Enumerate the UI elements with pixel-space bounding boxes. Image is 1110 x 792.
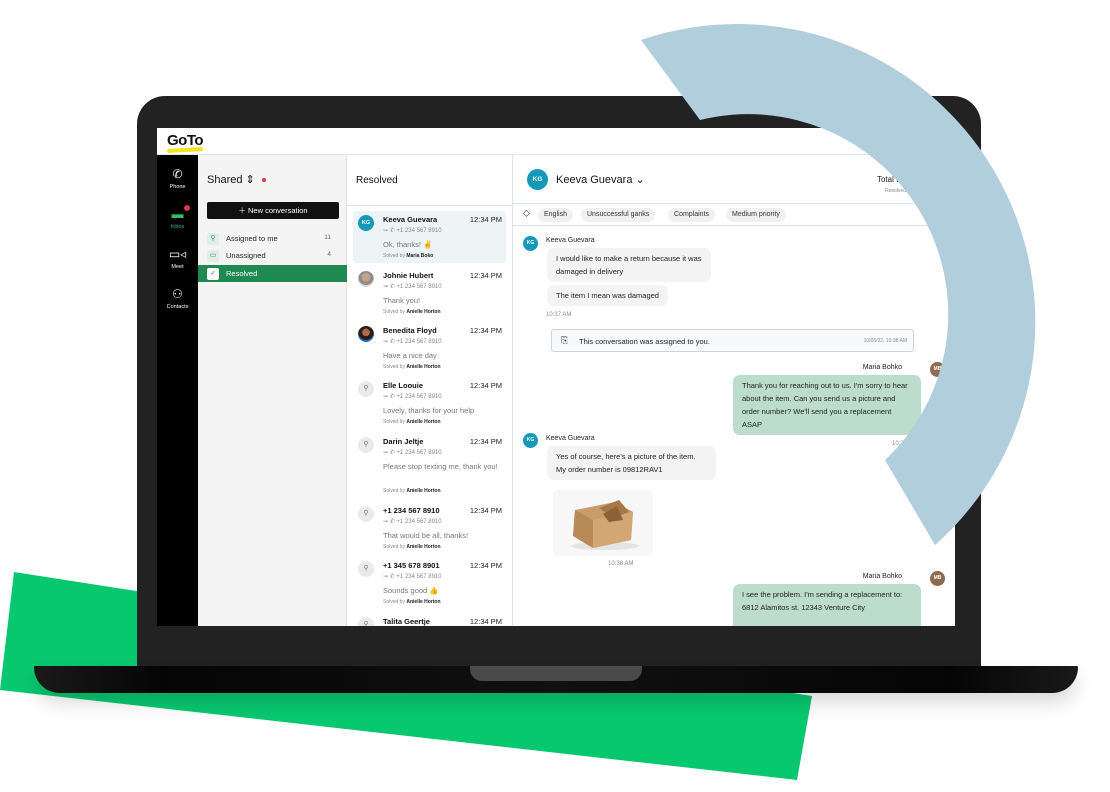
- chevron-updown-icon: ⇕: [245, 174, 255, 186]
- avatar: [358, 271, 374, 287]
- logo-underline: [166, 147, 204, 153]
- person-icon: ⚲: [358, 506, 374, 522]
- unread-dot: [261, 178, 266, 183]
- system-notice: ⎘ This conversation was assigned to you.…: [551, 329, 914, 352]
- phone-line-icon: ⇝ ✆: [383, 519, 397, 525]
- tag-row: ⬦ English Unsuccessful ganks Complaints …: [513, 204, 955, 226]
- conversation-item[interactable]: ⚲ +1 234 567 8910 12:34 PM ⇝ ✆ +1 234 56…: [353, 502, 506, 554]
- tag-icon: ⬦: [523, 208, 530, 219]
- conversation-list: Resolved KG Keeva Guevara 12:34 PM ⇝ ✆ +…: [347, 155, 513, 626]
- presence-status-icon: [941, 145, 947, 151]
- conversation-item[interactable]: ⚲ Elle Loouie 12:34 PM ⇝ ✆ +1 234 567 89…: [353, 377, 506, 429]
- message-bubble: Thank you for reaching out to us. I'm so…: [733, 375, 921, 435]
- phone-line-icon: ⇝ ✆: [383, 574, 397, 580]
- sender-name: Keeva Guevara: [546, 435, 595, 442]
- phone-line-icon: ⇝ ✆: [383, 284, 397, 290]
- tag-chip[interactable]: Complaints: [668, 208, 716, 222]
- person-icon: ⚲: [358, 617, 374, 626]
- sender-avatar: MB: [930, 362, 945, 377]
- conversation-item[interactable]: Johnie Hubert 12:34 PM ⇝ ✆ +1 234 567 89…: [353, 267, 506, 319]
- check-circle-icon: ✓: [207, 268, 219, 280]
- conversation-item[interactable]: KG Keeva Guevara 12:34 PM ⇝ ✆ +1 234 567…: [353, 211, 506, 263]
- box-illustration: [571, 500, 639, 550]
- chat-pane: KG Keeva Guevara ⌄ ⇝ ✆ Sales inquiries T…: [513, 155, 955, 626]
- message-bubble: I see the problem. I'm sending a replace…: [733, 584, 921, 626]
- message-bubble: Yes of course, here's a picture of the i…: [547, 446, 716, 480]
- sender-name: Maria Bohko: [862, 573, 902, 580]
- top-bar: GoTo: [157, 128, 955, 155]
- inbox-icon: ▬: [171, 207, 184, 221]
- message-timestamp: 10:37 AM: [546, 312, 572, 318]
- assigned-icon: ⚲: [207, 233, 219, 245]
- new-conversation-button[interactable]: ＋ New conversation: [207, 202, 339, 219]
- message-timestamp: 10:38: [892, 441, 908, 447]
- rail-item-inbox[interactable]: ▬ Inbox: [157, 203, 198, 239]
- phone-line-icon: ⇝ ✆: [383, 450, 397, 456]
- conversation-item[interactable]: ⚲ +1 345 678 8901 12:34 PM ⇝ ✆ +1 234 56…: [353, 557, 506, 609]
- sender-name: Keeva Guevara: [546, 237, 595, 244]
- chevron-down-icon: ⌄: [635, 174, 645, 186]
- contacts-icon: ⚇: [172, 287, 183, 301]
- list-header: Resolved: [347, 155, 513, 206]
- rail-item-contacts[interactable]: ⚇ Contacts: [157, 283, 198, 319]
- sender-avatar: KG: [523, 433, 538, 448]
- plus-icon: ＋: [238, 206, 248, 215]
- nav-rail: ✆ Phone ▬ Inbox ▭◃ Meet ⚇ Contacts: [157, 155, 198, 626]
- conversation-item[interactable]: Benedita Floyd 12:34 PM ⇝ ✆ +1 234 567 8…: [353, 322, 506, 374]
- chat-header: KG Keeva Guevara ⌄ ⇝ ✆ Sales inquiries T…: [513, 155, 955, 204]
- conversation-item[interactable]: ⚲ Talita Geertje 12:34 PM: [353, 613, 506, 626]
- phone-line-icon: ⇝ ✆: [383, 228, 397, 234]
- conversation-item[interactable]: ⚲ Darin Jeltje 12:34 PM ⇝ ✆ +1 234 567 8…: [353, 433, 506, 499]
- avatar: [358, 326, 374, 342]
- tag-chip[interactable]: English: [538, 208, 573, 222]
- rail-item-phone[interactable]: ✆ Phone: [157, 163, 198, 199]
- video-icon: ▭◃: [168, 247, 187, 261]
- phone-line-icon: ⇝ ✆: [888, 165, 902, 171]
- nav-unassigned[interactable]: ▭ Unassigned 4: [198, 247, 347, 264]
- nav-assigned-to-me[interactable]: ⚲ Assigned to me 11: [198, 230, 347, 247]
- unassigned-icon: ▭: [207, 250, 219, 262]
- sender-avatar: KG: [523, 236, 538, 251]
- contact-avatar: KG: [527, 169, 548, 190]
- message-bubble: The item I mean was damaged: [547, 285, 668, 306]
- person-icon: ⚲: [358, 437, 374, 453]
- folder-panel: Shared ⇕ ＋ New conversation ⚲ Assigned t…: [198, 155, 347, 626]
- avatar: KG: [358, 215, 374, 231]
- person-icon: ⚲: [358, 561, 374, 577]
- message-timestamp: 10:38 AM: [608, 561, 634, 567]
- contact-name-dropdown[interactable]: Keeva Guevara ⌄: [556, 173, 645, 186]
- phone-line-icon: ⇝ ✆: [383, 394, 397, 400]
- notification-badge: [184, 205, 190, 211]
- nav-resolved[interactable]: ✓ Resolved: [198, 265, 347, 282]
- phone-line-icon: ⇝ ✆: [383, 339, 397, 345]
- assign-icon: ⎘: [561, 335, 569, 345]
- sender-avatar: MB: [930, 571, 945, 586]
- sender-name: Maria Bohko: [862, 364, 902, 371]
- rail-item-meet[interactable]: ▭◃ Meet: [157, 243, 198, 279]
- laptop-notch: [470, 666, 642, 681]
- phone-icon: ✆: [172, 167, 183, 181]
- app-window: GoTo ✆ Phone ▬ Inbox ▭◃ Meet ⚇ Contacts …: [157, 128, 955, 626]
- list-title: Resolved: [356, 175, 398, 186]
- inbox-switcher[interactable]: Shared ⇕: [207, 173, 266, 186]
- tag-chip[interactable]: Unsuccessful ganks: [581, 208, 656, 222]
- person-icon: ⚲: [358, 381, 374, 397]
- tag-chip[interactable]: Medium priority: [726, 208, 786, 222]
- damaged-box-image[interactable]: [553, 490, 653, 556]
- message-bubble: I would like to make a return because it…: [547, 248, 711, 282]
